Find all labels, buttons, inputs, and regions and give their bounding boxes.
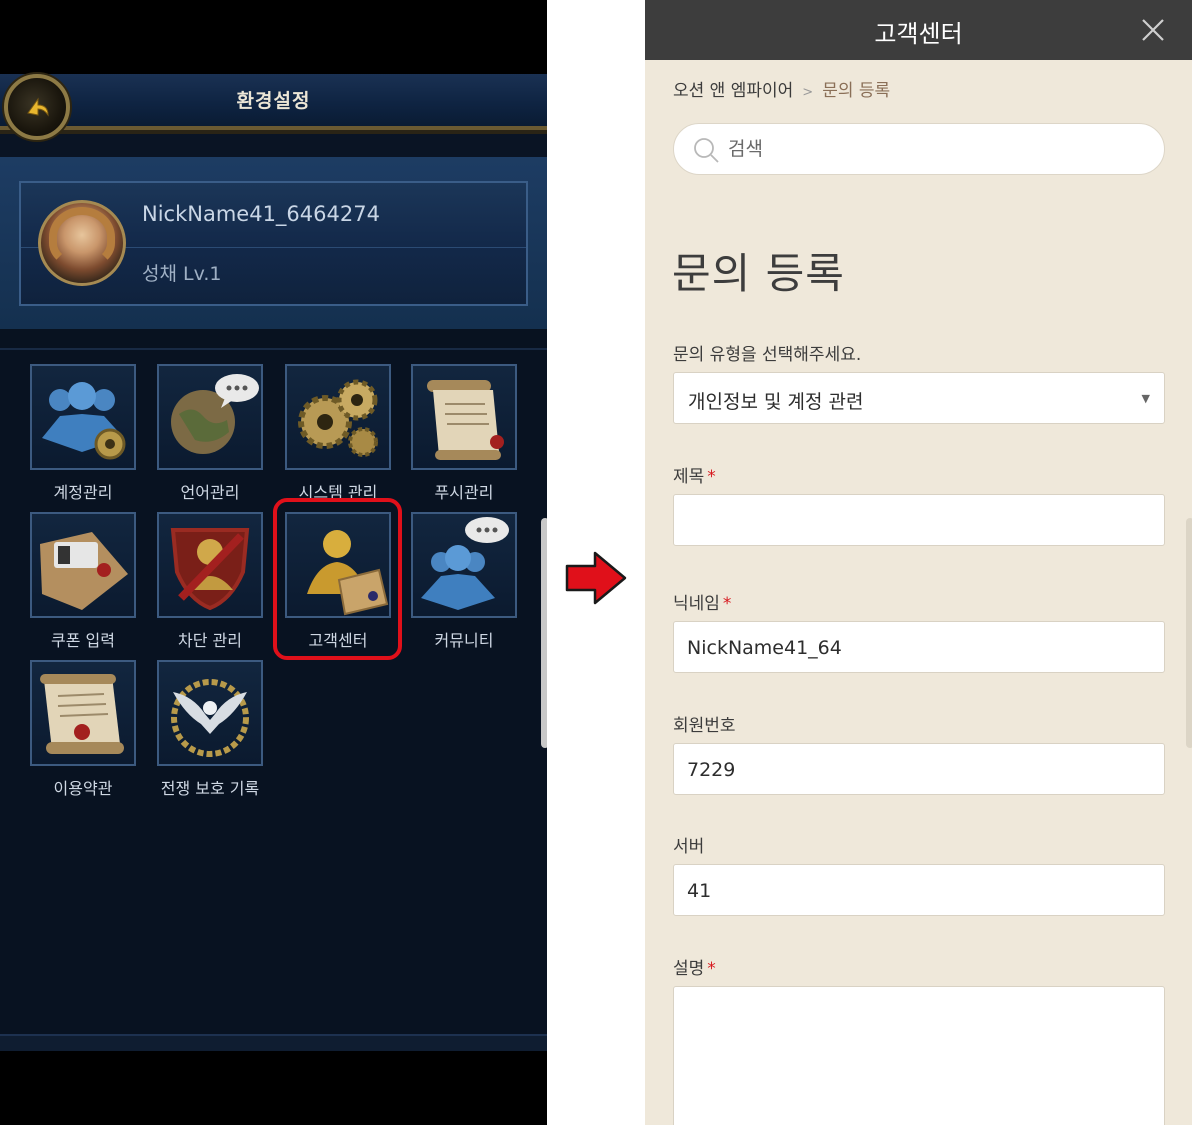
inquiry-type-selected: 개인정보 및 계정 관련: [688, 391, 864, 413]
subject-label-text: 제목: [673, 467, 705, 487]
nickname-label: 닉네임 *: [673, 589, 731, 614]
subject-label: 제목 *: [673, 462, 716, 487]
menu-tile-language[interactable]: [157, 364, 263, 470]
menu-label-push: 푸시관리: [434, 483, 494, 502]
breadcrumb-current: 문의 등록: [822, 81, 891, 101]
profile-nickname: NickName41_6464274: [142, 202, 380, 226]
required-mark: *: [707, 959, 716, 979]
customer-center-screen: 고객센터 오션 앤 엠파이어 > 문의 등록 문의 등록 문의 유형을 선택해주세요…: [645, 0, 1192, 1125]
back-button[interactable]: [4, 74, 70, 140]
menu-label-block: 차단 관리: [178, 631, 242, 650]
required-mark: *: [722, 594, 732, 614]
nickname-label-text: 닉네임: [673, 594, 720, 614]
menu-label-coupon: 쿠폰 입력: [51, 631, 115, 650]
menu-label-community: 커뮤니티: [434, 631, 494, 650]
system-gears-icon: [298, 379, 378, 457]
subject-field[interactable]: [673, 494, 1165, 546]
language-globe-icon: [171, 374, 259, 454]
server-input[interactable]: [687, 877, 1147, 905]
required-mark: *: [707, 467, 716, 487]
avatar[interactable]: [38, 200, 126, 286]
server-label: 서버: [673, 837, 705, 857]
description-label: 설명 *: [673, 954, 716, 979]
member-no-label: 회원번호: [673, 716, 736, 736]
breadcrumb-separator: >: [802, 85, 814, 100]
coupon-envelope-icon: [40, 532, 128, 610]
settings-title: 환경설정: [236, 90, 311, 112]
description-label-text: 설명: [673, 959, 705, 979]
inquiry-type-label: 문의 유형을 선택해주세요.: [673, 345, 862, 365]
menu-tile-account[interactable]: [30, 364, 136, 470]
comparison-stage: 환경설정 NickName41_6464274 성채 Lv.1 계정관리 언어관…: [0, 0, 1192, 1125]
search-input[interactable]: [728, 134, 1148, 164]
server-field[interactable]: [673, 864, 1165, 916]
menu-tile-system[interactable]: [285, 364, 391, 470]
cs-header-title: 고객센터: [874, 20, 963, 48]
menu-label-account: 계정관리: [53, 483, 113, 502]
menu-tile-war-protection[interactable]: [157, 660, 263, 766]
menu-tile-community[interactable]: [411, 512, 517, 618]
search-bar[interactable]: [673, 123, 1165, 175]
subject-input[interactable]: [687, 507, 1147, 535]
description-textarea[interactable]: [673, 986, 1165, 1125]
scroll-handle-left[interactable]: [541, 518, 547, 748]
menu-tile-push[interactable]: [411, 364, 517, 470]
menu-tile-coupon[interactable]: [30, 512, 136, 618]
letterbox-bottom: [0, 1051, 547, 1125]
terms-scroll-icon: [40, 674, 124, 754]
block-shield-icon: [170, 528, 250, 611]
menu-label-terms: 이용약관: [53, 779, 113, 798]
community-icon: [421, 517, 509, 610]
scroll-handle-right[interactable]: [1186, 518, 1192, 748]
breadcrumb: 오션 앤 엠파이어 > 문의 등록: [673, 76, 890, 101]
account-icon: [42, 382, 126, 460]
menu-label-war-protection: 전쟁 보호 기록: [160, 779, 260, 798]
avatar-hair: [49, 207, 115, 267]
menu-tile-terms[interactable]: [30, 660, 136, 766]
search-icon: [694, 138, 719, 163]
customer-center-highlight: [273, 498, 402, 660]
transition-arrow-icon: [565, 551, 627, 605]
nickname-field[interactable]: [673, 621, 1165, 673]
back-arrow-icon: [27, 97, 49, 117]
panel-bottom-strip: [0, 1034, 547, 1051]
member-no-input[interactable]: [687, 756, 1147, 784]
close-icon[interactable]: [1139, 16, 1167, 44]
member-no-field[interactable]: [673, 743, 1165, 795]
menu-label-language: 언어관리: [180, 483, 240, 502]
push-scroll-icon: [427, 380, 504, 460]
page-title: 문의 등록: [672, 249, 845, 298]
breadcrumb-root[interactable]: 오션 앤 엠파이어: [673, 81, 793, 101]
nickname-input[interactable]: [687, 634, 1147, 662]
inquiry-type-select[interactable]: 개인정보 및 계정 관련 ▼: [673, 372, 1165, 424]
game-settings-screen: 환경설정 NickName41_6464274 성채 Lv.1 계정관리 언어관…: [0, 0, 547, 1125]
letterbox-top: [0, 0, 547, 74]
chevron-down-icon: ▼: [1141, 392, 1150, 405]
profile-level: 성채 Lv.1: [142, 263, 222, 285]
war-protection-eagle-icon: [171, 679, 249, 757]
menu-tile-block[interactable]: [157, 512, 263, 618]
